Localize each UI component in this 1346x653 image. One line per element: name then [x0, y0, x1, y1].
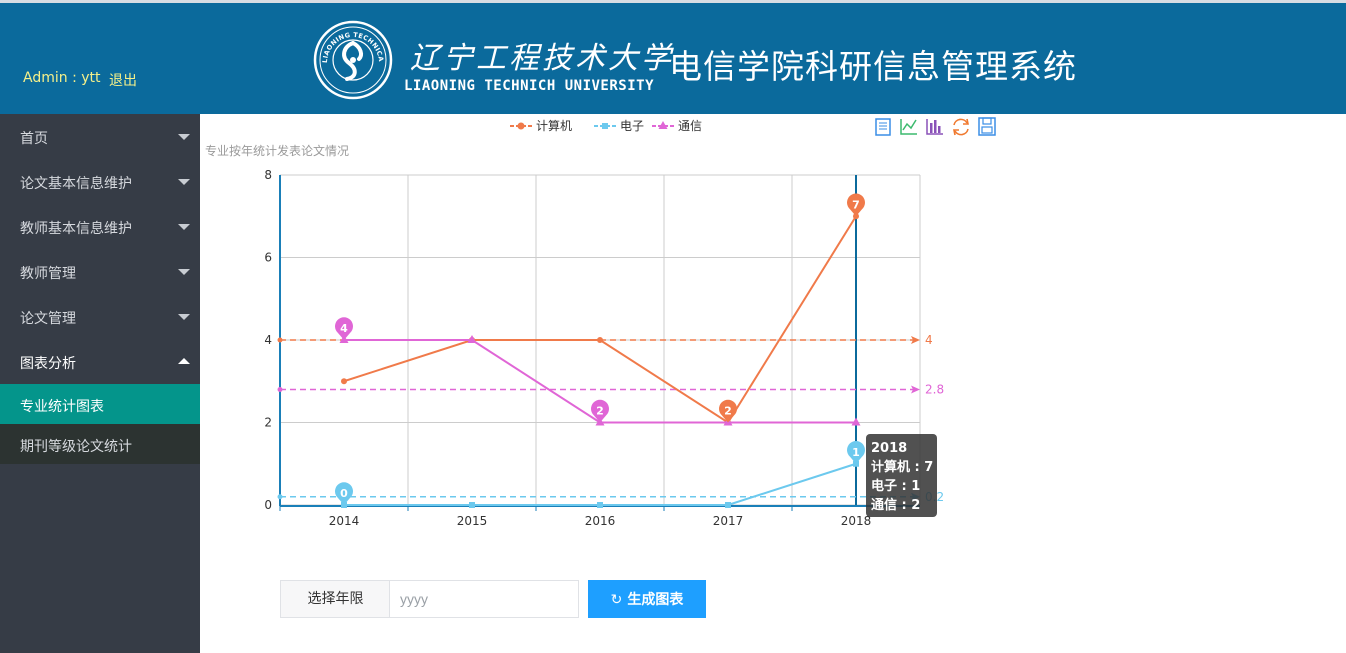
x-tick-label: 2017: [713, 514, 744, 528]
tooltip-line: 计算机 : 7: [871, 459, 933, 475]
save-image-icon-shutter: [982, 117, 992, 125]
header-bar: Admin : ytt 退出 LIAONING TECHNICAL UNIVER…: [0, 3, 1346, 114]
mark-point-label: 1: [852, 446, 860, 459]
sidebar: 首页 论文基本信息维护 教师基本信息维护 教师管理 论文管理 图表分析 专业统计…: [0, 114, 200, 653]
data-point[interactable]: [597, 502, 603, 508]
line-chart-icon-stroke: [902, 119, 917, 131]
sidebar-subitem-label: 专业统计图表: [20, 399, 104, 415]
sidebar-item-teacher-info[interactable]: 教师基本信息维护: [0, 204, 200, 249]
data-view-icon[interactable]: [875, 118, 891, 136]
refresh-icon: ↻: [610, 592, 623, 608]
university-name-en: LIAONING TECHNICH UNIVERSITY: [404, 78, 655, 94]
mark-point-label: 4: [340, 322, 348, 335]
mark-line-start: [277, 337, 283, 343]
series-line: [344, 462, 857, 506]
chart-title: 专业按年统计发表论文情况: [205, 143, 349, 158]
data-point[interactable]: [597, 337, 603, 343]
mark-point-label: 0: [340, 487, 348, 500]
sidebar-item-label: 论文管理: [20, 311, 76, 327]
y-tick-label: 6: [264, 251, 272, 265]
admin-label: Admin : ytt: [23, 70, 101, 86]
mark-line-label: 2.8: [925, 383, 944, 397]
x-tick-label: 2014: [329, 514, 360, 528]
restore-icon[interactable]: [953, 118, 969, 136]
chevron-down-icon: [178, 314, 190, 320]
x-tick-label: 2018: [841, 514, 872, 528]
system-title: 电信学院科研信息管理系统: [669, 47, 1077, 86]
tooltip-line: 电子 : 1: [871, 478, 920, 494]
chart-container: 专业按年统计发表论文情况024682014201520162017201840.…: [200, 114, 1000, 534]
chevron-down-icon: [178, 224, 190, 230]
bar-chart-icon-bar: [934, 120, 937, 133]
line-chart: 专业按年统计发表论文情况024682014201520162017201840.…: [205, 117, 996, 528]
y-tick-label: 8: [264, 168, 272, 182]
chevron-down-icon: [178, 179, 190, 185]
logout-link[interactable]: 退出: [109, 70, 137, 90]
sidebar-item-chart-analysis[interactable]: 图表分析: [0, 339, 200, 384]
y-tick-label: 2: [264, 416, 272, 430]
tooltip-title: 2018: [871, 441, 907, 456]
generate-chart-label: 生成图表: [627, 592, 684, 608]
legend-label: 计算机: [536, 118, 572, 133]
sidebar-item-paper-info[interactable]: 论文基本信息维护: [0, 159, 200, 204]
data-point[interactable]: [469, 502, 475, 508]
sidebar-subitem-major-chart[interactable]: 专业统计图表: [0, 384, 200, 424]
sidebar-item-teacher-manage[interactable]: 教师管理: [0, 249, 200, 294]
year-label: 选择年限: [280, 580, 390, 618]
sidebar-item-paper-manage[interactable]: 论文管理: [0, 294, 200, 339]
save-image-icon-label: [981, 126, 993, 134]
sidebar-subitem-journal-stats[interactable]: 期刊等级论文统计: [0, 424, 200, 464]
mark-line-start: [277, 494, 283, 500]
sidebar-item-label: 图表分析: [20, 356, 76, 372]
sidebar-item-label: 教师管理: [20, 266, 76, 282]
mark-point-label: 2: [596, 405, 604, 418]
bar-chart-icon-bar: [930, 123, 933, 133]
x-tick-label: 2015: [457, 514, 488, 528]
chevron-down-icon: [178, 134, 190, 140]
mark-point-label: 2: [724, 405, 732, 418]
legend-swatch-symbol[interactable]: [602, 123, 608, 129]
x-tick-label: 2016: [585, 514, 616, 528]
data-point[interactable]: [725, 502, 731, 508]
bar-chart-icon-bar: [938, 126, 941, 133]
chevron-down-icon: [178, 269, 190, 275]
mark-point-label: 7: [852, 198, 860, 211]
y-tick-label: 0: [264, 498, 272, 512]
mark-line-label: 4: [925, 333, 933, 347]
tooltip-line: 通信 : 2: [871, 497, 920, 513]
legend-swatch-symbol[interactable]: [517, 122, 525, 130]
y-tick-label: 4: [264, 333, 272, 347]
university-seal-logo: LIAONING TECHNICAL UNIVERSITY: [313, 17, 393, 100]
mark-line-start: [277, 387, 283, 392]
legend-label: 通信: [678, 119, 702, 133]
university-name-cn: 辽宁工程技术大学: [410, 41, 674, 76]
generate-chart-button[interactable]: ↻ 生成图表: [588, 580, 706, 618]
sidebar-item-label: 首页: [20, 131, 48, 147]
series-line: [343, 215, 857, 424]
sidebar-item-label: 论文基本信息维护: [20, 176, 132, 192]
sidebar-item-label: 教师基本信息维护: [20, 221, 132, 237]
legend-label: 电子: [620, 119, 644, 133]
sidebar-subitem-label: 期刊等级论文统计: [20, 439, 132, 455]
chevron-up-icon: [178, 358, 190, 364]
year-input[interactable]: [389, 580, 579, 618]
sidebar-item-home[interactable]: 首页: [0, 114, 200, 159]
data-point[interactable]: [341, 378, 347, 385]
